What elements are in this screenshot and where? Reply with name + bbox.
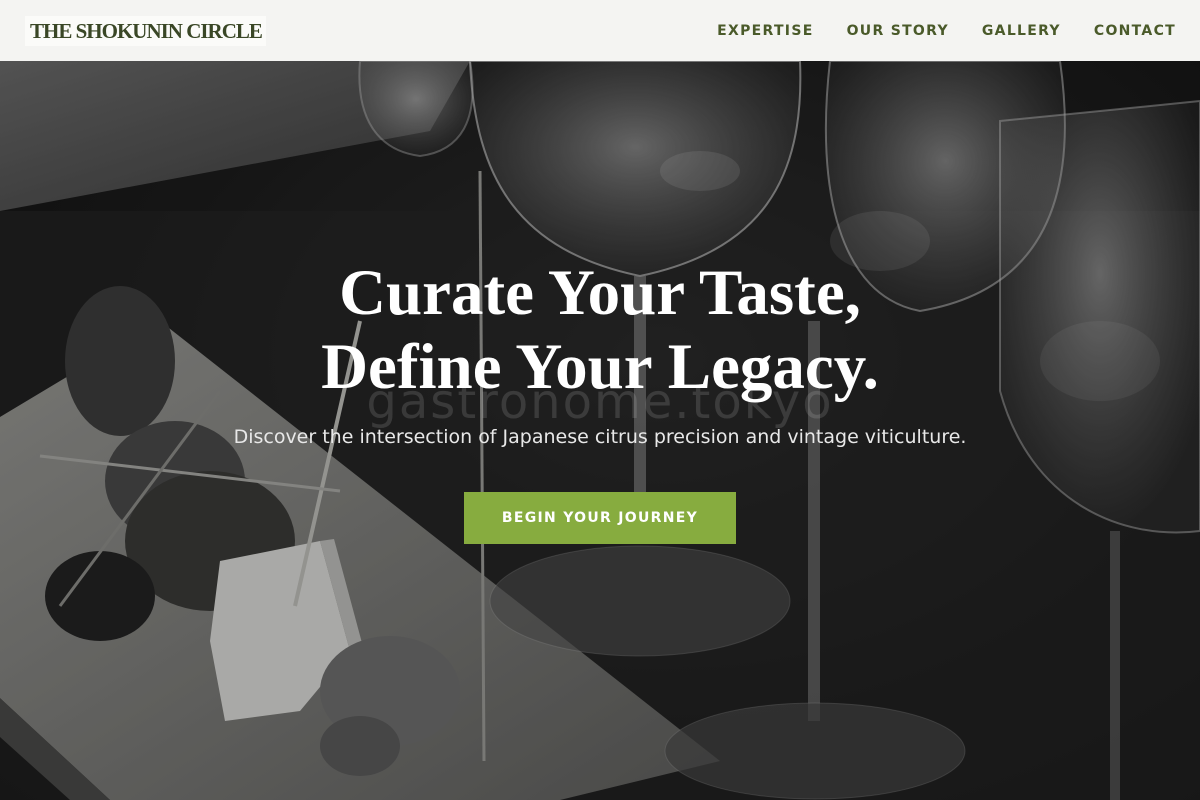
hero-headline-line-1: Curate Your Taste, [339, 257, 861, 329]
nav-link-contact[interactable]: CONTACT [1094, 23, 1176, 39]
watermark: gastronome.tokyo [366, 374, 834, 430]
nav-link-expertise[interactable]: EXPERTISE [717, 23, 813, 39]
main-nav: EXPERTISE OUR STORY GALLERY CONTACT [717, 23, 1176, 39]
site-header: THE SHOKUNIN CIRCLE EXPERTISE OUR STORY … [0, 0, 1200, 61]
hero-subheadline: Discover the intersection of Japanese ci… [233, 426, 967, 448]
hero-copy: Curate Your Taste, Define Your Legacy. g… [0, 61, 1200, 800]
hero-section: Curate Your Taste, Define Your Legacy. g… [0, 61, 1200, 800]
brand-logo[interactable]: THE SHOKUNIN CIRCLE [25, 15, 266, 46]
begin-journey-button[interactable]: BEGIN YOUR JOURNEY [464, 492, 736, 544]
nav-link-our-story[interactable]: OUR STORY [847, 23, 949, 39]
nav-link-gallery[interactable]: GALLERY [982, 23, 1061, 39]
